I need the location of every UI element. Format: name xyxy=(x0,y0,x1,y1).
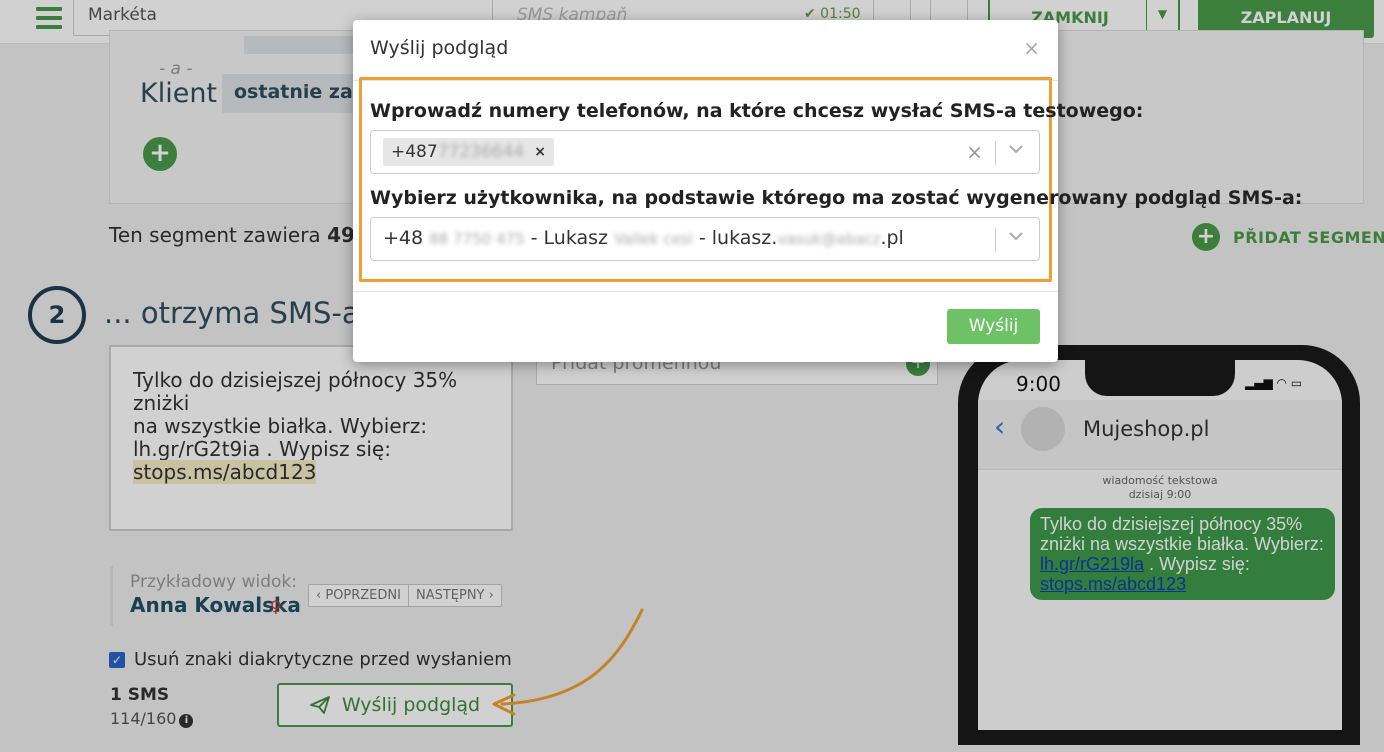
send-button[interactable]: Wyślij xyxy=(947,309,1040,344)
user-email-prefix: - lukasz. xyxy=(698,227,778,249)
user-first-name: - Lukasz xyxy=(530,227,609,249)
clear-icon[interactable]: × xyxy=(966,140,983,164)
user-phone-blurred: 88 7750 475 xyxy=(429,230,525,248)
user-surname-blurred: Vallek cesi xyxy=(614,230,693,248)
user-select-value: +48 88 7750 475 - Lukasz Vallek cesi - l… xyxy=(383,227,904,249)
user-prefix: +48 xyxy=(383,227,424,249)
send-preview-dialog: Wyślij podgląd × Wprowadź numery telefon… xyxy=(353,20,1302,362)
dialog-title: Wyślij podgląd xyxy=(370,37,509,59)
user-label: Wybierz użytkownika, na podstawie któreg… xyxy=(370,187,1303,209)
user-email-suffix: .pl xyxy=(880,227,904,249)
phone-chip-blurred: 77236644 xyxy=(437,142,525,162)
user-select[interactable]: +48 88 7750 475 - Lukasz Vallek cesi - l… xyxy=(370,217,1040,261)
chevron-down-icon[interactable] xyxy=(1007,230,1025,242)
select-separator xyxy=(995,141,996,165)
phone-numbers-select[interactable]: +487 77236644 × × xyxy=(370,130,1040,174)
phones-label: Wprowadź numery telefonów, na które chce… xyxy=(370,100,1144,122)
remove-chip-icon[interactable]: × xyxy=(534,144,546,160)
close-icon[interactable]: × xyxy=(1023,36,1040,60)
phone-number-chip: +487 77236644 × xyxy=(383,138,554,166)
chevron-down-icon[interactable] xyxy=(1007,143,1025,155)
phone-chip-visible: +487 xyxy=(391,142,438,162)
dialog-footer-divider xyxy=(353,291,1058,292)
select-separator xyxy=(995,228,996,252)
user-email-blurred: vasuk@abacz xyxy=(777,230,881,248)
